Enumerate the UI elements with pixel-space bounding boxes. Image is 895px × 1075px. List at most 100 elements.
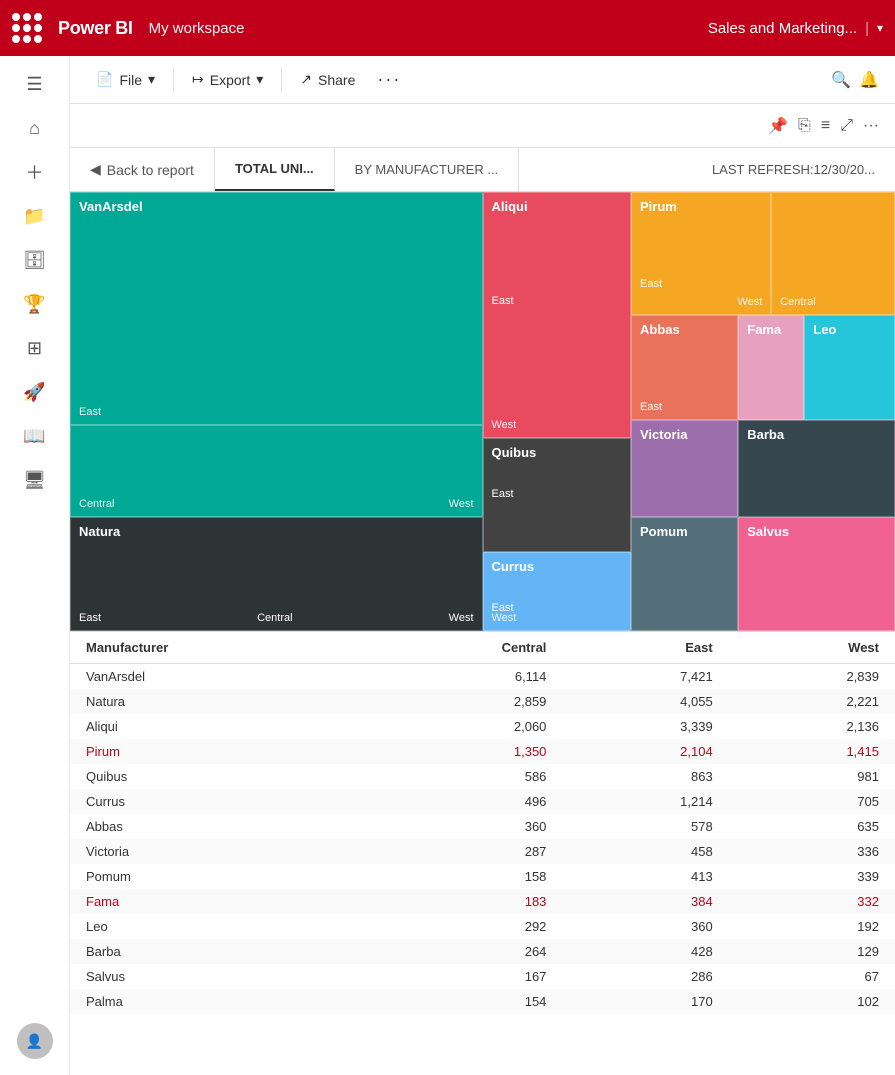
- sidebar-home-icon[interactable]: ⌂: [15, 108, 55, 148]
- cell-west: 102: [729, 989, 895, 1014]
- table-row: Leo 292 360 192: [70, 914, 895, 939]
- col-manufacturer: Manufacturer: [70, 632, 365, 664]
- file-label: File: [119, 72, 142, 88]
- user-avatar[interactable]: 👤: [17, 1023, 53, 1059]
- treemap-vanarsdel-east: VanArsdel East: [70, 192, 483, 425]
- toolbar-more-icon[interactable]: ···: [377, 69, 401, 90]
- cell-east: 286: [562, 964, 728, 989]
- treemap-container: VanArsdel East Central West Natura: [70, 192, 895, 632]
- cell-central: 158: [365, 864, 563, 889]
- file-chevron: ▾: [148, 71, 155, 88]
- data-table-container: Manufacturer Central East West VanArsdel…: [70, 632, 895, 1075]
- table-row: Fama 183 384 332: [70, 889, 895, 914]
- cell-west: 192: [729, 914, 895, 939]
- search-icon[interactable]: 🔍: [831, 70, 851, 90]
- tm-aliqui-east: East: [492, 295, 514, 307]
- tm-sub-east: East: [79, 406, 101, 418]
- file-button[interactable]: 📄 File ▾: [86, 65, 165, 94]
- cell-east: 2,104: [562, 739, 728, 764]
- sidebar-data-icon[interactable]: 🗄: [15, 240, 55, 280]
- cell-central: 287: [365, 839, 563, 864]
- treemap-pomum: Pomum: [631, 517, 738, 631]
- cell-west: 1,415: [729, 739, 895, 764]
- treemap-fama: Fama: [738, 315, 804, 420]
- treemap-victoria: Victoria: [631, 420, 738, 517]
- sidebar-apps-icon[interactable]: ⊞: [15, 328, 55, 368]
- cell-east: 360: [562, 914, 728, 939]
- cell-east: 1,214: [562, 789, 728, 814]
- treemap-abbas: Abbas East: [631, 315, 738, 420]
- tm-pirum-label: Pirum: [640, 199, 762, 214]
- copy-icon[interactable]: ⎘: [798, 117, 811, 135]
- table-row: Aliqui 2,060 3,339 2,136: [70, 714, 895, 739]
- table-row: Abbas 360 578 635: [70, 814, 895, 839]
- cell-central: 496: [365, 789, 563, 814]
- cell-east: 413: [562, 864, 728, 889]
- app-grid-icon[interactable]: [12, 13, 42, 43]
- treemap-currus: Currus East West: [483, 552, 632, 631]
- cell-manufacturer: Pomum: [70, 864, 365, 889]
- cell-manufacturer: Natura: [70, 689, 365, 714]
- cell-east: 578: [562, 814, 728, 839]
- sidebar-browse-icon[interactable]: 📁: [15, 196, 55, 236]
- tm-aliqui-west: West: [492, 419, 517, 431]
- back-to-report-button[interactable]: ◀ Back to report: [70, 148, 215, 191]
- sidebar-menu-icon[interactable]: ☰: [15, 64, 55, 104]
- table-row: Victoria 287 458 336: [70, 839, 895, 864]
- cell-west: 2,839: [729, 664, 895, 690]
- cell-manufacturer: Fama: [70, 889, 365, 914]
- share-icon: ↗: [300, 71, 312, 88]
- table-row: Currus 496 1,214 705: [70, 789, 895, 814]
- toolbar-separator-1: [173, 68, 174, 92]
- table-row: VanArsdel 6,114 7,421 2,839: [70, 664, 895, 690]
- export-label: Export: [210, 72, 250, 88]
- cell-west: 635: [729, 814, 895, 839]
- tm-currus-label: Currus: [492, 559, 623, 574]
- cell-west: 129: [729, 939, 895, 964]
- tm-pirum-east: East: [640, 278, 662, 290]
- sidebar-goals-icon[interactable]: 🏆: [15, 284, 55, 324]
- cell-central: 292: [365, 914, 563, 939]
- cell-east: 384: [562, 889, 728, 914]
- sidebar-settings-icon[interactable]: 📖: [15, 416, 55, 456]
- cell-manufacturer: Aliqui: [70, 714, 365, 739]
- tab-total-units-label: TOTAL UNI...: [235, 161, 314, 176]
- sidebar: ☰ ⌂ ＋ 📁 🗄 🏆 ⊞ 🚀 📖 🖥 👤: [0, 56, 70, 1075]
- tm-natura-label: Natura: [79, 524, 474, 539]
- cell-manufacturer: VanArsdel: [70, 664, 365, 690]
- focus-icon[interactable]: ⤢: [840, 117, 853, 135]
- tab-by-manufacturer[interactable]: BY MANUFACTURER ...: [335, 148, 520, 191]
- cell-central: 154: [365, 989, 563, 1014]
- title-dropdown-icon[interactable]: ▾: [877, 21, 883, 35]
- table-header-row: Manufacturer Central East West: [70, 632, 895, 664]
- tm-natura-west: West: [449, 612, 474, 624]
- sidebar-learn-icon[interactable]: 🚀: [15, 372, 55, 412]
- brand-name: Power BI: [58, 18, 133, 39]
- filter-icon[interactable]: ≡: [821, 117, 830, 135]
- tm-currus-west: West: [492, 612, 517, 624]
- tm-pirum-west: West: [737, 296, 762, 308]
- notifications-icon[interactable]: 🔔: [859, 70, 879, 90]
- export-button[interactable]: ↦ Export ▾: [182, 65, 273, 94]
- cell-west: 2,136: [729, 714, 895, 739]
- cell-east: 4,055: [562, 689, 728, 714]
- cell-west: 2,221: [729, 689, 895, 714]
- cell-central: 6,114: [365, 664, 563, 690]
- tab-total-units[interactable]: TOTAL UNI...: [215, 148, 335, 191]
- share-button[interactable]: ↗ Share: [290, 65, 365, 94]
- table-row: Pirum 1,350 2,104 1,415: [70, 739, 895, 764]
- cell-central: 2,060: [365, 714, 563, 739]
- content-area: 📄 File ▾ ↦ Export ▾ ↗ Share ··· 🔍: [70, 56, 895, 1075]
- cell-central: 264: [365, 939, 563, 964]
- cell-manufacturer: Quibus: [70, 764, 365, 789]
- title-separator: |: [865, 20, 869, 37]
- secondary-toolbar: 📌 ⎘ ≡ ⤢ ···: [70, 104, 895, 148]
- tm-fama-label: Fama: [747, 322, 795, 337]
- pin-icon[interactable]: 📌: [768, 116, 788, 136]
- sidebar-monitor-icon[interactable]: 🖥: [15, 460, 55, 500]
- cell-west: 981: [729, 764, 895, 789]
- sidebar-create-icon[interactable]: ＋: [15, 152, 55, 192]
- treemap-pirum: Pirum East West: [631, 192, 771, 315]
- tm-pirum-central: Central: [780, 296, 815, 308]
- more-icon[interactable]: ···: [863, 117, 879, 135]
